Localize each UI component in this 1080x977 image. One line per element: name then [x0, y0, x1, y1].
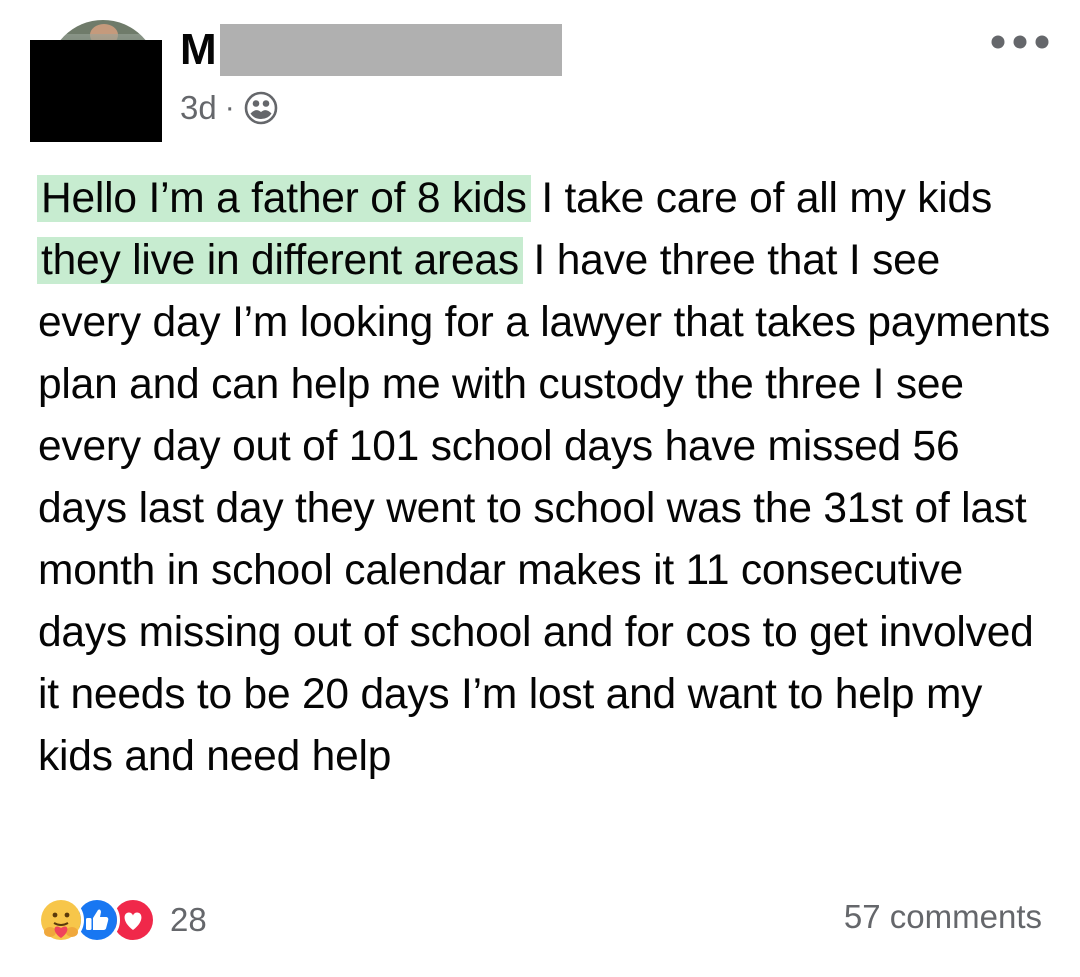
more-options-button[interactable]	[990, 30, 1050, 54]
more-horizontal-icon	[991, 35, 1049, 49]
avatar[interactable]	[30, 20, 162, 142]
care-icon	[38, 897, 84, 943]
author-name[interactable]: M	[180, 24, 217, 76]
meta-separator: ·	[224, 91, 235, 124]
avatar-redaction	[30, 40, 162, 142]
comments-count-link[interactable]: 57 comments	[844, 898, 1042, 936]
author-row: M	[180, 24, 562, 76]
highlighted-text: Hello I’m a father of 8 kids	[37, 175, 531, 222]
post-meta: 3d ·	[180, 88, 278, 128]
post-body: Hello I’m a father of 8 kids I take care…	[37, 168, 1053, 788]
facebook-post: M 3d · Hello I’m a father of 8 kids I ta…	[0, 0, 1080, 977]
name-redaction	[219, 24, 562, 76]
highlighted-text: they live in different areas	[37, 237, 523, 284]
reactions-summary[interactable]: 28	[38, 894, 207, 946]
reaction-count: 28	[170, 901, 207, 938]
post-text-segment: I take care of all my kids	[529, 175, 993, 222]
post-timestamp[interactable]: 3d	[180, 89, 217, 127]
friends-icon[interactable]	[244, 91, 278, 125]
post-text-segment: I have three that I see every day I’m lo…	[38, 237, 1051, 780]
